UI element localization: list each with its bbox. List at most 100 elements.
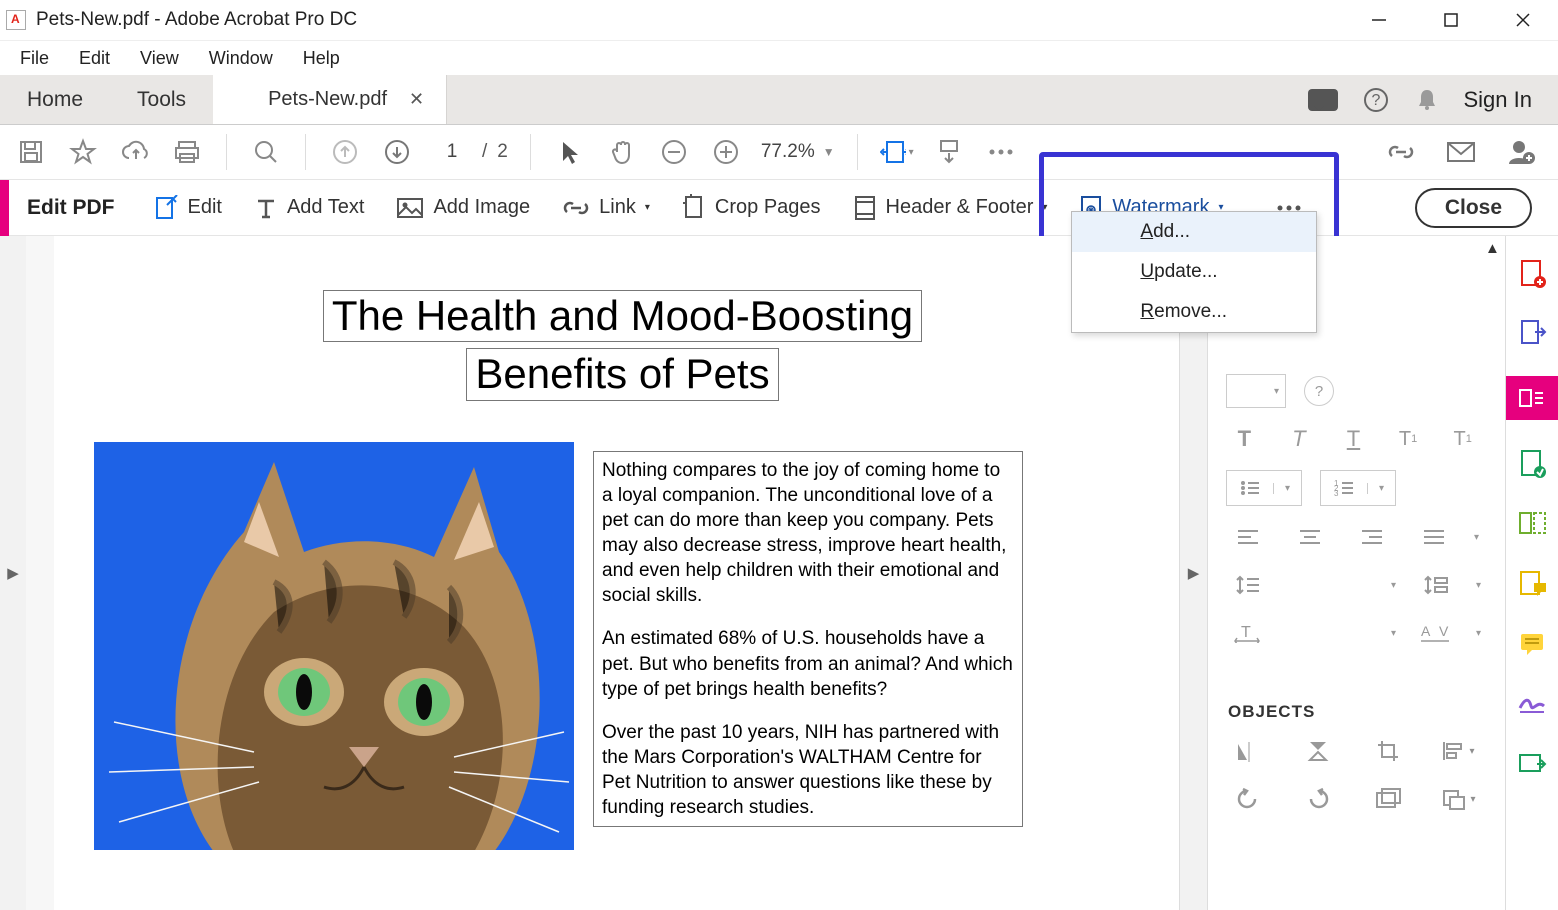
align-right-icon[interactable] [1350, 520, 1394, 554]
flip-horizontal-icon[interactable] [1226, 734, 1270, 768]
help-icon[interactable]: ? [1362, 86, 1390, 114]
export-pdf-icon[interactable] [1515, 316, 1549, 350]
crop-pages-button[interactable]: Crop Pages [666, 194, 837, 222]
right-panel-expander[interactable]: ▶ [1180, 236, 1208, 910]
horizontal-scale-icon[interactable]: T [1226, 616, 1270, 650]
arrange-icon[interactable]: ▾ [1436, 782, 1480, 816]
align-center-icon[interactable] [1288, 520, 1332, 554]
chevron-down-icon[interactable]: ▾ [1391, 628, 1396, 639]
header-footer-button[interactable]: Header & Footer ▾ [837, 194, 1064, 222]
chevron-down-icon[interactable]: ▾ [1476, 628, 1481, 639]
doc-heading-line1[interactable]: The Health and Mood-Boosting [323, 290, 922, 342]
fit-width-icon[interactable]: ▾ [880, 135, 914, 169]
doc-heading-line2[interactable]: Benefits of Pets [466, 348, 778, 400]
comment-tool-icon[interactable] [1515, 566, 1549, 600]
edit-pdf-label: Edit PDF [27, 196, 115, 220]
tab-home[interactable]: Home [0, 75, 110, 124]
tab-close-icon[interactable]: ✕ [409, 89, 424, 110]
more-rail-icon[interactable] [1515, 746, 1549, 780]
share-link-icon[interactable] [1384, 135, 1418, 169]
fill-sign-icon[interactable] [1515, 686, 1549, 720]
select-tool-icon[interactable] [553, 135, 587, 169]
menu-edit[interactable]: Edit [65, 45, 124, 72]
chevron-down-icon[interactable]: ▾ [1391, 580, 1396, 591]
sign-in-button[interactable]: Sign In [1464, 87, 1533, 113]
add-person-icon[interactable] [1504, 135, 1538, 169]
document-text-block[interactable]: Nothing compares to the joy of coming ho… [593, 451, 1023, 827]
scroll-mode-icon[interactable] [932, 135, 966, 169]
underline-icon[interactable]: T [1335, 422, 1372, 456]
line-spacing-icon[interactable] [1226, 568, 1270, 602]
add-text-button[interactable]: Add Text [238, 196, 380, 220]
link-label: Link [599, 196, 636, 219]
page-down-icon[interactable] [380, 135, 414, 169]
italic-icon[interactable]: T [1281, 422, 1318, 456]
numbered-list-button[interactable]: 123▾ [1320, 470, 1396, 506]
menu-file[interactable]: File [6, 45, 63, 72]
window-title: Pets-New.pdf - Adobe Acrobat Pro DC [36, 9, 357, 31]
print-icon[interactable] [170, 135, 204, 169]
cloud-upload-icon[interactable] [118, 135, 152, 169]
zoom-level[interactable]: 77.2% ▼ [761, 141, 835, 163]
save-icon[interactable] [14, 135, 48, 169]
watermark-add[interactable]: Add... [1072, 212, 1316, 252]
watermark-menu: Add... Update... Remove... [1071, 211, 1317, 333]
search-zoom-icon[interactable] [249, 135, 283, 169]
watermark-button[interactable]: Watermark ▾ Add... Update... Remove... [1063, 194, 1239, 222]
tab-tools[interactable]: Tools [110, 75, 213, 124]
combine-files-icon[interactable] [1515, 446, 1549, 480]
organize-pages-icon[interactable] [1515, 506, 1549, 540]
edit-pdf-rail-icon[interactable] [1506, 376, 1558, 420]
help-small-icon[interactable]: ? [1304, 376, 1334, 406]
para-2: An estimated 68% of U.S. households have… [602, 626, 1014, 701]
document-image[interactable] [94, 442, 574, 850]
chevron-down-icon[interactable]: ▾ [1474, 532, 1479, 543]
notifications-icon[interactable] [1414, 87, 1440, 113]
page-up-icon[interactable] [328, 135, 362, 169]
align-objects-icon[interactable]: ▾ [1436, 734, 1480, 768]
align-left-icon[interactable] [1226, 520, 1270, 554]
close-window-button[interactable] [1508, 5, 1538, 35]
hand-tool-icon[interactable] [605, 135, 639, 169]
email-icon[interactable] [1444, 135, 1478, 169]
minimize-button[interactable] [1364, 5, 1394, 35]
bold-icon[interactable]: T [1226, 422, 1263, 456]
chevron-down-icon[interactable]: ▾ [1476, 580, 1481, 591]
link-button[interactable]: Link ▾ [546, 196, 666, 219]
menu-view[interactable]: View [126, 45, 193, 72]
paragraph-spacing-icon[interactable] [1414, 568, 1458, 602]
char-spacing-icon[interactable]: AV [1414, 616, 1458, 650]
superscript-icon[interactable]: T1 [1390, 422, 1427, 456]
document-viewport[interactable]: The Health and Mood-Boosting Benefits of… [26, 236, 1180, 910]
maximize-button[interactable] [1436, 5, 1466, 35]
flip-vertical-icon[interactable] [1296, 734, 1340, 768]
menu-help[interactable]: Help [289, 45, 354, 72]
sticky-note-icon[interactable] [1515, 626, 1549, 660]
align-justify-icon[interactable] [1412, 520, 1456, 554]
subscript-icon[interactable]: T1 [1444, 422, 1481, 456]
left-panel-expander[interactable]: ▶ [0, 236, 26, 910]
image-icon [396, 197, 424, 219]
page-current-input[interactable] [432, 141, 472, 163]
watermark-remove[interactable]: Remove... [1072, 292, 1316, 332]
tab-document[interactable]: Pets-New.pdf ✕ [213, 75, 447, 124]
close-edit-button[interactable]: Close [1415, 188, 1532, 228]
add-image-button[interactable]: Add Image [380, 196, 546, 219]
color-picker-icon[interactable]: ▾ [1226, 374, 1286, 408]
rotate-cw-icon[interactable] [1296, 782, 1340, 816]
crop-object-icon[interactable] [1366, 734, 1410, 768]
zoom-in-icon[interactable] [709, 135, 743, 169]
format-scrollbar[interactable]: ▲ [1485, 240, 1503, 257]
more-tools-icon[interactable] [984, 135, 1018, 169]
rotate-ccw-icon[interactable] [1226, 782, 1270, 816]
star-icon[interactable] [66, 135, 100, 169]
menu-window[interactable]: Window [195, 45, 287, 72]
bullet-list-button[interactable]: ▾ [1226, 470, 1302, 506]
viewport-scrollbar[interactable]: ▲ [1159, 240, 1177, 910]
watermark-update[interactable]: Update... [1072, 252, 1316, 292]
zoom-out-icon[interactable] [657, 135, 691, 169]
create-pdf-icon[interactable] [1515, 256, 1549, 290]
comments-icon[interactable] [1308, 89, 1338, 111]
replace-image-icon[interactable] [1366, 782, 1410, 816]
edit-button[interactable]: Edit [137, 195, 238, 221]
